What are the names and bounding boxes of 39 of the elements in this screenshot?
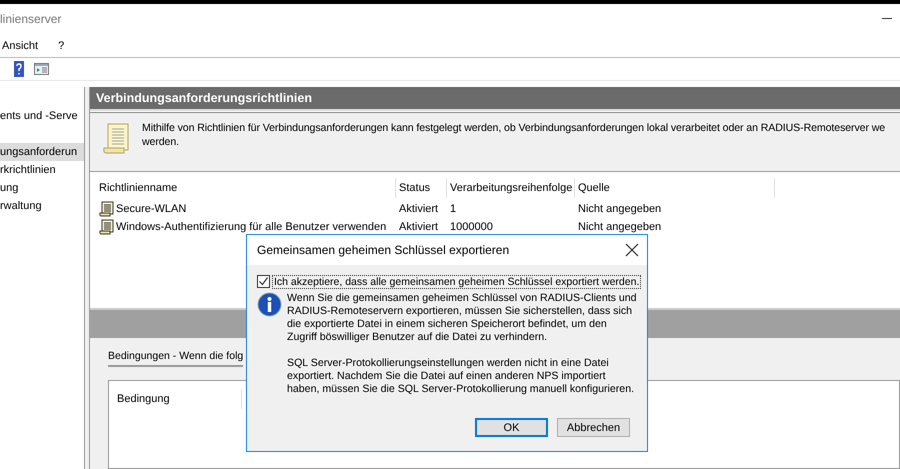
tree-item[interactable]: ungsanforderun xyxy=(0,143,84,161)
table-cell: Windows-Authentifizierung für alle Benutzer verwenden xyxy=(116,221,386,233)
table-cell-text: 1 xyxy=(449,203,458,215)
console-icon[interactable] xyxy=(34,63,49,75)
column-header[interactable]: Richtlinienname xyxy=(96,178,396,198)
dialog-button[interactable]: OK xyxy=(475,418,548,437)
table-cell-text: Aktiviert xyxy=(398,203,440,215)
info-text: Wenn Sie die gemeinsamen geheimen Schlüssel von RADIUS-Clients und RADIUS-Remoteservern exportieren, müssen Sie sicherstellen, dass sich die exportierte Datei in einem sicheren Speicherort befindet, um den Zugriff böswilliger Benutzer auf die Datei zu verhindern. xyxy=(287,292,638,344)
policy-icon xyxy=(99,201,114,217)
checkbox-label[interactable]: Ich akzeptiere, dass alle gemeinsamen geheimen Schlüssel exportiert werden. xyxy=(273,276,640,288)
column-header[interactable]: Bedingung xyxy=(109,389,242,409)
info-text: SQL Server-Protokollierungseinstellungen werden nicht in eine Datei exportiert. Nachdem Sie die Datei auf einen anderen NPS importiert haben, müssen Sie die SQL Server-Protokollierung manuell konfigurieren. xyxy=(287,357,636,396)
help-icon[interactable] xyxy=(14,61,24,77)
pane-header: Verbindungsanforderungsrichtlinien xyxy=(90,87,900,111)
tree-item[interactable]: rwaltung xyxy=(0,197,84,215)
table-cell-text: Aktiviert xyxy=(398,221,440,233)
menu-item[interactable]: ? xyxy=(58,40,64,52)
menu-item[interactable]: Ansicht xyxy=(2,40,38,52)
close-icon[interactable] xyxy=(625,243,639,257)
column-header[interactable]: Verarbeitungsreihenfolge xyxy=(447,178,575,198)
table-cell-text: Nicht angegeben xyxy=(577,221,662,233)
table-cell: Secure-WLAN xyxy=(116,203,186,215)
checkbox[interactable] xyxy=(257,275,270,288)
description-text: werden. xyxy=(142,135,180,149)
policy-icon xyxy=(99,219,114,235)
tree-item[interactable]: ung xyxy=(0,179,84,197)
column-header[interactable]: Status xyxy=(396,178,447,198)
description-text: Mithilfe von Richtlinien für Verbindungsanforderungen kann festgelegt werden, ob Verbindungsanforderungen lokal verarbeitet oder an RADIUS-Remoteserver we xyxy=(142,121,886,135)
minimize-icon[interactable] xyxy=(882,18,892,20)
tree-item[interactable]: rkrichtlinien xyxy=(0,161,84,179)
column-header[interactable]: Quelle xyxy=(575,178,775,198)
window-title: linienserver xyxy=(0,12,62,26)
table-cell-text: Nicht angegeben xyxy=(577,203,662,215)
dialog-title: Gemeinsamen geheimen Schlüssel exportieren xyxy=(257,243,510,257)
table-cell-text: 1000000 xyxy=(449,221,494,233)
info-icon xyxy=(257,292,282,317)
section-title: Bedingungen - Wenn die folg xyxy=(108,350,244,367)
tree-item[interactable]: ents und -Serve xyxy=(0,107,84,125)
dialog-button[interactable]: Abbrechen xyxy=(557,418,630,437)
